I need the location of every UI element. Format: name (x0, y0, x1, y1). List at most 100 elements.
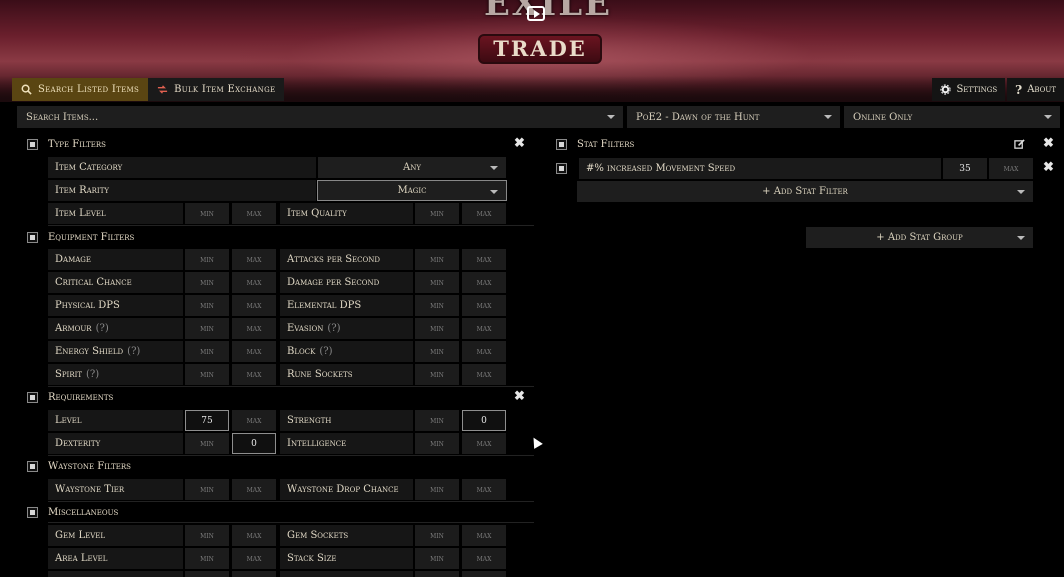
pdps-min-input[interactable]: min (185, 295, 229, 316)
requirements-header[interactable]: Requirements (27, 388, 113, 406)
gem-level-max-input[interactable]: max (232, 525, 276, 546)
gem-sockets-label: Gem Sockets (280, 525, 413, 546)
waystone-tier-min-input[interactable]: min (185, 479, 229, 500)
settings-button[interactable]: Settings (932, 78, 1006, 101)
aps-min-input[interactable]: min (415, 249, 459, 270)
search-items-input[interactable]: Search Items... (17, 106, 623, 128)
mouse-cursor (529, 435, 543, 449)
intelligence-max-input[interactable]: max (462, 433, 506, 454)
strength-max-input[interactable]: 0 (462, 410, 506, 431)
max-input[interactable] (232, 571, 276, 577)
max-input[interactable] (462, 571, 506, 577)
level-max-input[interactable]: max (232, 410, 276, 431)
damage-max-input[interactable]: max (232, 249, 276, 270)
stat-filters-checkbox[interactable] (556, 138, 567, 150)
league-select[interactable]: PoE2 - Dawn of the Hunt (627, 106, 840, 128)
item-quality-max-input[interactable]: max (462, 203, 506, 224)
tab-label: Search Listed Items (38, 84, 140, 95)
damage-min-input[interactable]: min (185, 249, 229, 270)
help-hint[interactable]: (?) (327, 323, 340, 334)
close-icon[interactable]: ✖ (1043, 136, 1054, 151)
crit-min-input[interactable]: min (185, 272, 229, 293)
block-min-input[interactable]: min (415, 341, 459, 362)
rune-max-input[interactable]: max (462, 364, 506, 385)
spirit-max-input[interactable]: max (232, 364, 276, 385)
item-rarity-select[interactable]: Magic (317, 180, 507, 201)
stat-min-input[interactable]: 35 (943, 158, 987, 179)
strength-min-input[interactable]: min (415, 410, 459, 431)
close-icon[interactable]: ✖ (514, 136, 525, 151)
waystone-drop-max-input[interactable]: max (462, 479, 506, 500)
equipment-filters-checkbox[interactable] (27, 231, 38, 243)
crit-max-input[interactable]: max (232, 272, 276, 293)
waystone-tier-max-input[interactable]: max (232, 479, 276, 500)
es-max-input[interactable]: max (232, 341, 276, 362)
aps-max-input[interactable]: max (462, 249, 506, 270)
item-category-value: Any (403, 162, 421, 173)
add-stat-group-select[interactable]: + Add Stat Group (806, 227, 1033, 248)
edit-icon[interactable] (1014, 139, 1025, 150)
armour-min-input[interactable]: min (185, 318, 229, 339)
help-hint[interactable]: (?) (86, 369, 99, 380)
stat-filters-header[interactable]: Stat Filters (556, 135, 634, 153)
evasion-max-input[interactable]: max (462, 318, 506, 339)
dps-max-input[interactable]: max (462, 272, 506, 293)
pdps-max-input[interactable]: max (232, 295, 276, 316)
type-filters-header[interactable]: Type Filters (27, 135, 106, 153)
tab-search-listed-items[interactable]: Search Listed Items (12, 78, 149, 101)
area-level-min-input[interactable]: min (185, 548, 229, 569)
stat-label[interactable]: #% increased Movement Speed (579, 158, 941, 179)
item-level-max-input[interactable]: max (232, 203, 276, 224)
dexterity-max-input[interactable]: 0 (232, 433, 276, 454)
waystone-filters-checkbox[interactable] (27, 460, 38, 472)
evasion-label: Evasion (?) (280, 318, 413, 339)
rune-min-input[interactable]: min (415, 364, 459, 385)
about-button[interactable]: ? About (1007, 78, 1064, 101)
league-value: PoE2 - Dawn of the Hunt (636, 111, 760, 123)
waystone-drop-chance-label: Waystone Drop Chance (280, 479, 413, 500)
help-hint[interactable]: (?) (96, 323, 109, 334)
video-play-icon[interactable] (527, 6, 545, 21)
gem-sockets-max-input[interactable]: max (462, 525, 506, 546)
spirit-min-input[interactable]: min (185, 364, 229, 385)
armour-max-input[interactable]: max (232, 318, 276, 339)
block-max-input[interactable]: max (462, 341, 506, 362)
miscellaneous-header[interactable]: Miscellaneous (27, 503, 118, 521)
min-input[interactable] (415, 571, 459, 577)
stack-size-min-input[interactable]: min (415, 548, 459, 569)
help-hint[interactable]: (?) (127, 346, 140, 357)
edps-min-input[interactable]: min (415, 295, 459, 316)
type-filters-checkbox[interactable] (27, 138, 38, 150)
edps-max-input[interactable]: max (462, 295, 506, 316)
equipment-filters-header[interactable]: Equipment Filters (27, 228, 134, 246)
close-icon[interactable]: ✖ (1043, 160, 1054, 175)
online-status-select[interactable]: Online Only (844, 106, 1060, 128)
dps-min-input[interactable]: min (415, 272, 459, 293)
dexterity-min-input[interactable]: min (185, 433, 229, 454)
gem-level-min-input[interactable]: min (185, 525, 229, 546)
intelligence-min-input[interactable]: min (415, 433, 459, 454)
requirements-checkbox[interactable] (27, 391, 38, 403)
section-title: Waystone Filters (48, 460, 131, 472)
area-level-max-input[interactable]: max (232, 548, 276, 569)
item-category-select[interactable]: Any (318, 157, 506, 178)
evasion-min-input[interactable]: min (415, 318, 459, 339)
close-icon[interactable]: ✖ (514, 389, 525, 404)
level-min-input[interactable]: 75 (185, 410, 229, 431)
help-hint[interactable]: (?) (319, 346, 332, 357)
settings-label: Settings (956, 84, 998, 95)
tab-bulk-item-exchange[interactable]: Bulk Item Exchange (148, 78, 285, 101)
item-level-min-input[interactable]: min (185, 203, 229, 224)
item-quality-min-input[interactable]: min (415, 203, 459, 224)
stack-size-max-input[interactable]: max (462, 548, 506, 569)
area-level-label: Area Level (48, 548, 183, 569)
es-min-input[interactable]: min (185, 341, 229, 362)
waystone-filters-header[interactable]: Waystone Filters (27, 457, 131, 475)
stat-max-input[interactable]: max (989, 158, 1033, 179)
add-stat-filter-select[interactable]: + Add Stat Filter (577, 181, 1033, 202)
stat-checkbox[interactable] (556, 163, 567, 174)
gem-sockets-min-input[interactable]: min (415, 525, 459, 546)
min-input[interactable] (185, 571, 229, 577)
miscellaneous-checkbox[interactable] (27, 506, 38, 518)
waystone-drop-min-input[interactable]: min (415, 479, 459, 500)
